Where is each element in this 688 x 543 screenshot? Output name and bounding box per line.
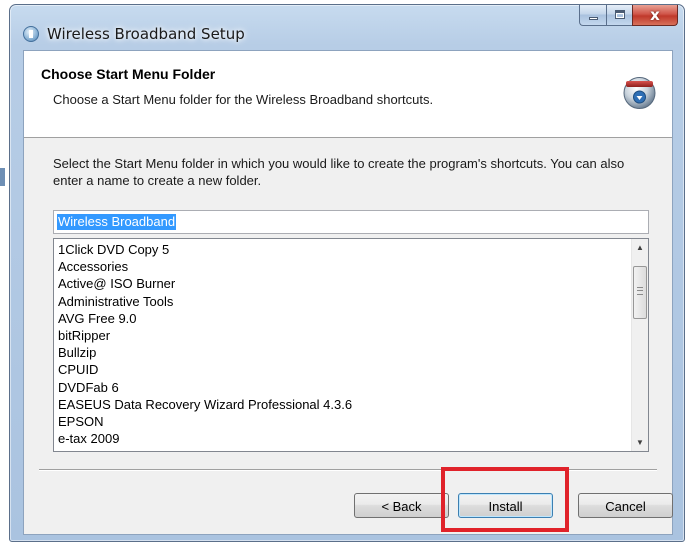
close-icon: x: [650, 6, 660, 24]
title-bar[interactable]: Wireless Broadband Setup x: [10, 5, 684, 49]
list-item[interactable]: EPSON: [58, 413, 618, 430]
list-item[interactable]: EASEUS Data Recovery Wizard Professional…: [58, 396, 618, 413]
list-item[interactable]: AVG Free 9.0: [58, 310, 618, 327]
list-item[interactable]: Active@ ISO Burner: [58, 275, 618, 292]
list-item[interactable]: DVDFab 6: [58, 379, 618, 396]
start-menu-folder-list[interactable]: 1Click DVD Copy 5 Accessories Active@ IS…: [53, 238, 649, 452]
list-item[interactable]: CPUID: [58, 361, 618, 378]
installer-globe-icon: [23, 26, 39, 42]
page-title: Choose Start Menu Folder: [41, 66, 216, 82]
list-item[interactable]: bitRipper: [58, 327, 618, 344]
scroll-up-arrow-icon[interactable]: ▲: [632, 239, 648, 256]
install-highlight-box: [441, 467, 569, 532]
list-item[interactable]: Bullzip: [58, 344, 618, 361]
instructions-text: Select the Start Menu folder in which yo…: [53, 156, 625, 188]
list-item[interactable]: 1Click DVD Copy 5: [58, 241, 618, 258]
install-disc-icon: [623, 77, 656, 109]
list-scrollbar[interactable]: ▲ ▼: [631, 239, 648, 451]
back-button[interactable]: < Back: [354, 493, 449, 518]
folder-list-items: 1Click DVD Copy 5 Accessories Active@ IS…: [58, 241, 618, 447]
caption-buttons: x: [579, 5, 678, 27]
list-item[interactable]: e-tax 2009: [58, 430, 618, 447]
page-subtitle: Choose a Start Menu folder for the Wirel…: [53, 92, 434, 107]
scroll-down-arrow-icon[interactable]: ▼: [632, 434, 648, 451]
background-window-edge: [0, 168, 5, 186]
minimize-icon: [589, 17, 598, 20]
folder-name-input[interactable]: Wireless Broadband: [53, 210, 649, 234]
setup-window: Wireless Broadband Setup x Choose Start …: [9, 4, 685, 542]
grip-icon: [637, 287, 643, 295]
close-button[interactable]: x: [632, 5, 678, 26]
list-item[interactable]: Administrative Tools: [58, 293, 618, 310]
cancel-button[interactable]: Cancel: [578, 493, 673, 518]
window-title: Wireless Broadband Setup: [47, 25, 245, 43]
folder-name-value: Wireless Broadband: [57, 214, 177, 230]
maximize-button[interactable]: [606, 5, 632, 26]
minimize-button[interactable]: [579, 5, 606, 26]
wizard-header: Choose Start Menu Folder Choose a Start …: [24, 51, 672, 138]
maximize-icon: [615, 10, 625, 19]
list-item[interactable]: Accessories: [58, 258, 618, 275]
scroll-thumb[interactable]: [633, 266, 647, 319]
dialog-client-area: Choose Start Menu Folder Choose a Start …: [23, 50, 673, 535]
